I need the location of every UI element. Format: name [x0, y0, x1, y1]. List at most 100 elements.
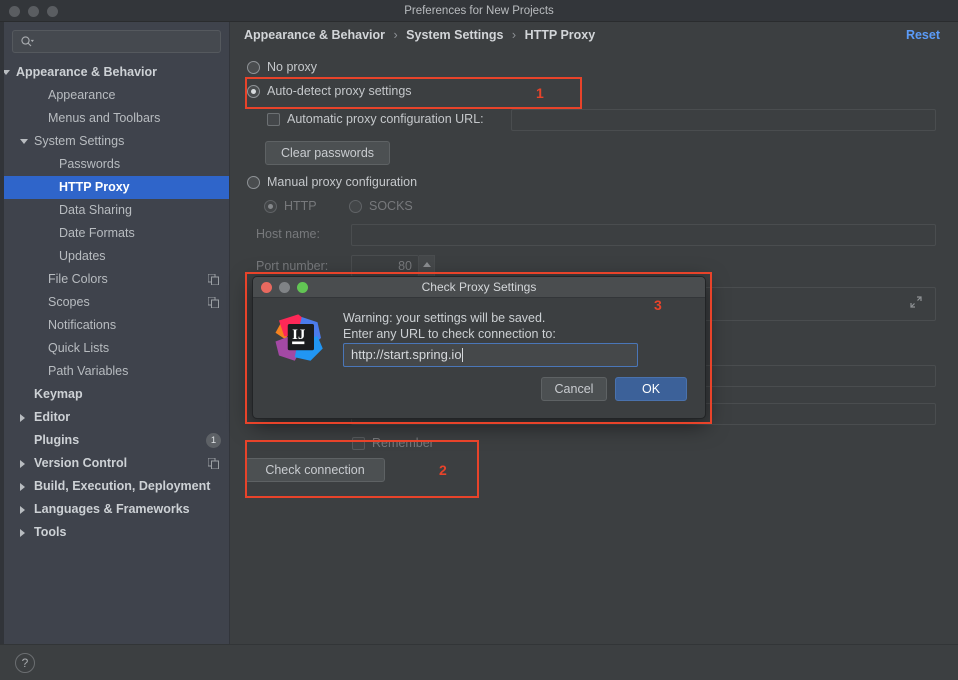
- chevron-right-icon[interactable]: [20, 460, 25, 468]
- sidebar-item-path-variables[interactable]: Path Variables: [4, 360, 229, 383]
- no-proxy-radio[interactable]: [247, 61, 260, 74]
- svg-text:IJ: IJ: [292, 327, 306, 343]
- manual-proxy-radio[interactable]: [247, 176, 260, 189]
- sidebar-item-menus-and-toolbars[interactable]: Menus and Toolbars: [4, 107, 229, 130]
- port-number-label: Port number:: [256, 259, 329, 273]
- host-name-input[interactable]: [351, 224, 936, 246]
- expand-icon[interactable]: [910, 296, 922, 308]
- http-radio[interactable]: [264, 200, 277, 213]
- sidebar-item-data-sharing[interactable]: Data Sharing: [4, 199, 229, 222]
- chevron-down-icon[interactable]: [4, 70, 10, 75]
- sidebar-item-file-colors[interactable]: File Colors: [4, 268, 229, 291]
- dialog-ok-button[interactable]: OK: [615, 377, 687, 401]
- sidebar-item-quick-lists[interactable]: Quick Lists: [4, 337, 229, 360]
- sidebar-item-label: File Colors: [48, 272, 108, 286]
- chevron-right-icon[interactable]: [20, 529, 25, 537]
- breadcrumb-http-proxy: HTTP Proxy: [524, 28, 596, 42]
- window-title: Preferences for New Projects: [404, 5, 554, 17]
- chevron-right-icon[interactable]: [20, 414, 25, 422]
- sidebar-item-label: Languages & Frameworks: [34, 502, 190, 516]
- dialog-title: Check Proxy Settings: [421, 280, 537, 294]
- remember-checkbox[interactable]: [352, 437, 365, 450]
- chevron-down-icon[interactable]: [20, 139, 28, 144]
- sidebar-item-appearance-behavior[interactable]: Appearance & Behavior: [4, 61, 229, 84]
- sidebar-item-editor[interactable]: Editor: [4, 406, 229, 429]
- sidebar-item-label: System Settings: [34, 134, 125, 148]
- search-container: [4, 22, 229, 59]
- breadcrumb: Appearance & Behavior › System Settings …: [244, 28, 595, 42]
- sidebar-item-passwords[interactable]: Passwords: [4, 153, 229, 176]
- stepper-up-icon[interactable]: [423, 262, 431, 267]
- sidebar-item-label: Updates: [59, 249, 106, 263]
- annotation-number-1: 1: [536, 85, 544, 101]
- dialog-cancel-button[interactable]: Cancel: [541, 377, 607, 401]
- breadcrumb-separator-2: ›: [511, 28, 517, 42]
- check-proxy-settings-dialog: Check Proxy Settings IJ Warning: your se…: [252, 276, 706, 419]
- sidebar-item-scopes[interactable]: Scopes: [4, 291, 229, 314]
- chevron-right-icon[interactable]: [20, 483, 25, 491]
- sidebar-item-languages-frameworks[interactable]: Languages & Frameworks: [4, 498, 229, 521]
- sidebar-item-label: Data Sharing: [59, 203, 132, 217]
- remember-label[interactable]: Remember: [372, 436, 434, 450]
- sidebar-item-label: Keymap: [34, 387, 83, 401]
- copy-icon: [208, 458, 219, 469]
- port-number-stepper[interactable]: [419, 255, 435, 277]
- sidebar-item-build-execution-deployment[interactable]: Build, Execution, Deployment: [4, 475, 229, 498]
- intellij-idea-logo-icon: IJ: [275, 314, 323, 361]
- chevron-right-icon[interactable]: [20, 506, 25, 514]
- sidebar-item-notifications[interactable]: Notifications: [4, 314, 229, 337]
- socks-radio[interactable]: [349, 200, 362, 213]
- help-button[interactable]: ?: [15, 653, 35, 673]
- sidebar-item-appearance[interactable]: Appearance: [4, 84, 229, 107]
- sidebar-item-label: Path Variables: [48, 364, 129, 378]
- window-titlebar: Preferences for New Projects: [0, 0, 958, 22]
- sidebar-item-http-proxy[interactable]: HTTP Proxy: [4, 176, 229, 199]
- auto-detect-label[interactable]: Auto-detect proxy settings: [267, 84, 412, 98]
- annotation-number-2: 2: [439, 462, 447, 478]
- port-number-input[interactable]: 80: [351, 255, 419, 277]
- sidebar-item-keymap[interactable]: Keymap: [4, 383, 229, 406]
- dialog-minimize-icon[interactable]: [279, 282, 290, 293]
- breadcrumb-system-settings[interactable]: System Settings: [406, 28, 503, 42]
- sidebar-item-label: Tools: [34, 525, 67, 539]
- manual-proxy-label[interactable]: Manual proxy configuration: [267, 175, 417, 189]
- sidebar-item-tools[interactable]: Tools: [4, 521, 229, 544]
- sidebar-item-label: Notifications: [48, 318, 117, 332]
- dialog-message: Warning: your settings will be saved. En…: [343, 310, 556, 342]
- sidebar-item-updates[interactable]: Updates: [4, 245, 229, 268]
- sidebar-item-label: Passwords: [59, 157, 121, 171]
- dialog-message-line1: Warning: your settings will be saved.: [343, 311, 546, 325]
- dialog-traffic-lights[interactable]: [261, 282, 308, 293]
- sidebar-item-label: HTTP Proxy: [59, 180, 130, 194]
- auto-detect-radio[interactable]: [247, 85, 260, 98]
- search-box[interactable]: [12, 30, 221, 53]
- sidebar-item-date-formats[interactable]: Date Formats: [4, 222, 229, 245]
- search-input[interactable]: [37, 31, 216, 52]
- sidebar-item-label: Scopes: [48, 295, 90, 309]
- footer-bar: ? Cancel Apply OK: [0, 644, 958, 680]
- sidebar-item-plugins[interactable]: Plugins 1: [4, 429, 229, 452]
- text-caret: [461, 348, 463, 362]
- sidebar-item-label: Appearance: [48, 88, 116, 102]
- no-proxy-label[interactable]: No proxy: [267, 60, 317, 74]
- check-connection-button[interactable]: Check connection: [245, 458, 385, 482]
- sidebar-item-label: Plugins: [34, 433, 80, 447]
- dialog-maximize-icon[interactable]: [297, 282, 308, 293]
- dialog-url-input[interactable]: http://start.spring.io: [343, 343, 638, 367]
- sidebar-item-version-control[interactable]: Version Control: [4, 452, 229, 475]
- breadcrumb-appearance-behavior[interactable]: Appearance & Behavior: [244, 28, 385, 42]
- auto-config-url-input[interactable]: [511, 109, 936, 131]
- settings-tree: Appearance & Behavior Appearance Menus and…: [4, 61, 229, 544]
- auto-config-url-checkbox[interactable]: [267, 113, 280, 126]
- socks-label[interactable]: SOCKS: [369, 199, 413, 213]
- dialog-close-icon[interactable]: [261, 282, 272, 293]
- auto-config-url-label[interactable]: Automatic proxy configuration URL:: [287, 112, 484, 126]
- clear-passwords-button[interactable]: Clear passwords: [265, 141, 390, 165]
- reset-link[interactable]: Reset: [906, 28, 940, 42]
- http-label[interactable]: HTTP: [284, 199, 317, 213]
- sidebar-item-label: Editor: [34, 410, 71, 424]
- sidebar-item-label: Date Formats: [59, 226, 135, 240]
- sidebar-item-label: Version Control: [34, 456, 128, 470]
- copy-icon: [208, 274, 219, 285]
- sidebar-item-system-settings[interactable]: System Settings: [4, 130, 229, 153]
